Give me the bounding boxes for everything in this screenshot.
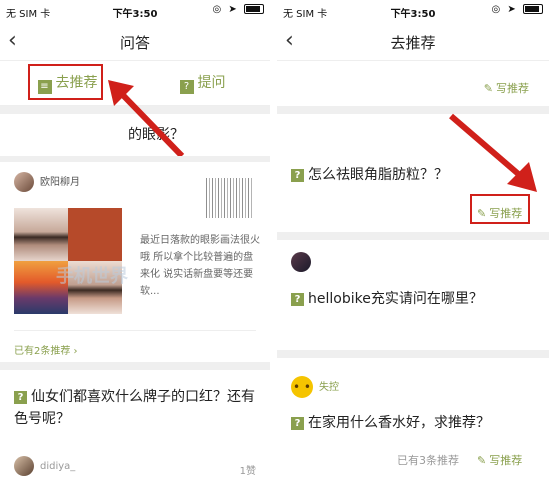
author-name: 失控 bbox=[319, 382, 339, 393]
red-arrow-annotation bbox=[449, 113, 537, 192]
palette-image[interactable] bbox=[68, 208, 122, 261]
avatar[interactable] bbox=[14, 456, 34, 476]
question-icon: ? bbox=[291, 417, 304, 430]
answer-images[interactable] bbox=[14, 208, 122, 314]
answer-author[interactable]: didiya_ bbox=[14, 456, 75, 476]
status-icons: ◎ ➤ bbox=[491, 4, 543, 15]
separator bbox=[0, 362, 270, 370]
eye-image[interactable] bbox=[14, 208, 68, 261]
battery-icon bbox=[523, 4, 543, 14]
page-title: 去推荐 bbox=[390, 34, 436, 52]
question-title[interactable]: ? 在家用什么香水好，求推荐？ bbox=[291, 412, 490, 434]
divider bbox=[14, 330, 256, 331]
red-arrow-annotation bbox=[108, 80, 185, 159]
left-phone-screen: 无 SIM 卡 下午3:50 ◎ ➤ ‹ 问答 ≡ 去推荐 ? 提问 的眼影？ 欧阳… bbox=[0, 0, 270, 492]
question-text: 在家用什么香水好，求推荐？ bbox=[308, 415, 490, 431]
pencil-icon: ✎ bbox=[483, 82, 493, 95]
author-name: 欧阳柳月 bbox=[40, 177, 80, 188]
status-bar: 无 SIM 卡 下午3:50 ◎ ➤ bbox=[277, 0, 549, 22]
question-text: 怎么祛眼角脂肪粒？？ bbox=[308, 167, 448, 183]
question-title[interactable]: ? 怎么祛眼角脂肪粒？？ bbox=[291, 164, 448, 186]
author-name: didiya_ bbox=[40, 461, 76, 472]
avatar[interactable] bbox=[14, 172, 34, 192]
nav-bar: ‹ 去推荐 bbox=[277, 22, 549, 61]
separator bbox=[0, 156, 270, 162]
status-icons: ◎ ➤ bbox=[212, 4, 264, 15]
lock-rotation-icon: ◎ bbox=[491, 4, 503, 15]
highlight-box bbox=[470, 194, 530, 224]
write-recommend-label: 写推荐 bbox=[496, 82, 529, 95]
right-phone-screen: 无 SIM 卡 下午3:50 ◎ ➤ ‹ 去推荐 ✎ 写推荐 ? 怎么祛眼角脂肪粒？… bbox=[277, 0, 549, 492]
separator bbox=[277, 350, 549, 358]
question-text: 仙女们都喜欢什么牌子的口红？还有色号呢？ bbox=[14, 389, 255, 427]
answer-author[interactable]: • • 失控 bbox=[291, 376, 339, 398]
watermark: 手机世界 bbox=[56, 266, 128, 287]
like-count: 1赞 bbox=[239, 466, 256, 477]
question-icon: ? bbox=[291, 169, 304, 182]
location-icon: ➤ bbox=[507, 4, 518, 15]
status-bar: 无 SIM 卡 下午3:50 ◎ ➤ bbox=[0, 0, 270, 22]
avatar[interactable]: • • bbox=[291, 376, 313, 398]
recommend-count[interactable]: 已有3条推荐 bbox=[397, 452, 459, 468]
separator bbox=[277, 232, 549, 240]
write-recommend-button[interactable]: ✎ 写推荐 bbox=[477, 452, 522, 468]
tab-ask-label: 提问 bbox=[197, 75, 226, 91]
nav-bar: ‹ 问答 bbox=[0, 22, 270, 61]
page-title: 问答 bbox=[119, 34, 150, 52]
avatar[interactable] bbox=[291, 252, 311, 272]
screen-divider bbox=[270, 0, 277, 492]
battery-icon bbox=[244, 4, 264, 14]
answer-snippet[interactable]: 最近日落款的眼影画法很火哦 所以拿个比较普遍的盘来化 说实话新盘要等还要软... bbox=[140, 232, 262, 300]
pencil-icon: ✎ bbox=[477, 454, 487, 467]
highlight-box bbox=[28, 64, 103, 100]
answer-author[interactable] bbox=[291, 252, 317, 272]
write-recommend-button[interactable]: ✎ 写推荐 bbox=[484, 80, 529, 96]
lock-rotation-icon: ◎ bbox=[212, 4, 224, 15]
question-text: hellobike充实请问在哪里？ bbox=[308, 291, 483, 307]
answer-author[interactable]: 欧阳柳月 bbox=[14, 172, 80, 192]
location-icon: ➤ bbox=[228, 4, 239, 15]
recommend-count-link[interactable]: 已有2条推荐 › bbox=[14, 342, 78, 357]
question-icon: ? bbox=[291, 293, 304, 306]
question-title[interactable]: ? hellobike充实请问在哪里？ bbox=[291, 288, 483, 310]
question-icon: ? bbox=[14, 391, 27, 404]
write-recommend-label: 写推荐 bbox=[489, 454, 523, 467]
question-title[interactable]: ? 仙女们都喜欢什么牌子的口红？还有色号呢？ bbox=[14, 386, 264, 430]
barcode-image bbox=[206, 178, 252, 218]
